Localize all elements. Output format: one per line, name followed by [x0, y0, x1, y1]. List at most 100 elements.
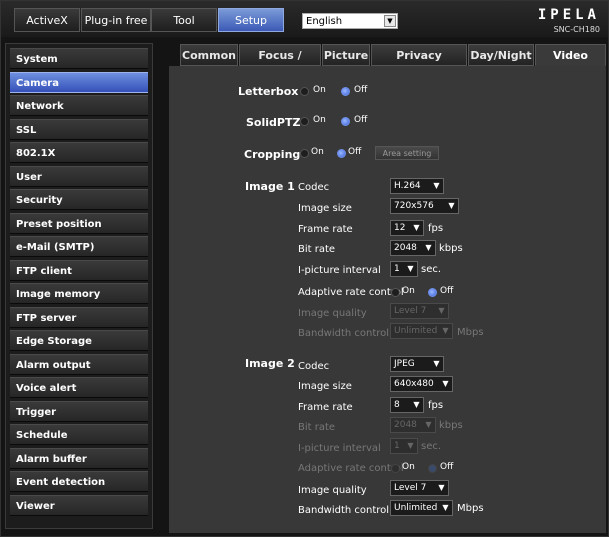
chevron-down-icon: ▼	[442, 503, 449, 512]
sidebar-item-trigger[interactable]: Trigger	[10, 400, 148, 422]
image2-ipi-label: I-picture interval	[298, 443, 381, 454]
image2-size-label: Image size	[298, 381, 352, 392]
chevron-down-icon: ▼	[438, 483, 445, 492]
sidebar-item-camera[interactable]: Camera	[10, 71, 148, 93]
tab-day-night[interactable]: Day/Night	[468, 44, 534, 66]
cropping-off-radio[interactable]	[337, 149, 346, 158]
image2-frame-label: Frame rate	[298, 402, 353, 413]
sidebar: System Camera Network SSL 802.1X User Se…	[5, 43, 153, 529]
setup-button[interactable]: Setup	[218, 8, 284, 32]
image1-arc-off-radio[interactable]	[428, 288, 437, 297]
image1-bitrate-select[interactable]: 2048 ▼	[390, 240, 436, 256]
chevron-down-icon: ▼	[407, 264, 414, 273]
brand: IPELA SNC-CH180	[538, 7, 600, 34]
sidebar-item-preset-position[interactable]: Preset position	[10, 212, 148, 234]
image1-size-select[interactable]: 720x576 ▼	[390, 198, 459, 214]
image1-bwc-select[interactable]: Unlimited ▼	[390, 323, 453, 339]
letterbox-off-radio[interactable]	[341, 87, 350, 96]
image2-size-value: 640x480	[394, 379, 434, 389]
language-select[interactable]: English ▼	[302, 13, 398, 29]
image2-arc-on-label: On	[402, 462, 415, 472]
image1-frame-select[interactable]: 12 ▼	[390, 220, 424, 236]
top-bar: ActiveX Plug-in free Tool Setup English …	[1, 1, 608, 37]
image2-bitrate-label: Bit rate	[298, 422, 336, 433]
image1-size-label: Image size	[298, 203, 352, 214]
letterbox-on-label: On	[313, 85, 326, 95]
image1-codec-value: H.264	[394, 181, 421, 191]
image1-arc-on-radio[interactable]	[391, 288, 400, 297]
tab-video-codec[interactable]: Video codec	[535, 44, 606, 84]
tool-button[interactable]: Tool	[151, 8, 217, 32]
image2-quality-label: Image quality	[298, 485, 367, 496]
chevron-down-icon: ▼	[407, 441, 414, 450]
image2-bitrate-value: 2048	[394, 420, 417, 430]
chevron-down-icon: ▼	[413, 400, 420, 409]
tab-privacy-masking[interactable]: Privacy masking	[371, 44, 467, 84]
sidebar-item-user[interactable]: User	[10, 165, 148, 187]
image2-frame-select[interactable]: 8 ▼	[390, 397, 424, 413]
sidebar-item-event-detection[interactable]: Event detection	[10, 471, 148, 492]
sidebar-item-edge-storage[interactable]: Edge Storage	[10, 330, 148, 351]
image2-codec-value: JPEG	[394, 359, 415, 369]
solidptz-off-radio[interactable]	[341, 117, 350, 126]
solidptz-on-radio[interactable]	[300, 117, 309, 126]
sidebar-item-ssl[interactable]: SSL	[10, 118, 148, 140]
chevron-down-icon: ▼	[433, 359, 440, 368]
image2-bwc-unit: Mbps	[457, 503, 484, 514]
image2-arc-off-label: Off	[440, 462, 454, 472]
image2-bitrate-select[interactable]: 2048 ▼	[390, 417, 436, 433]
model-name: SNC-CH180	[553, 25, 600, 34]
image2-size-select[interactable]: 640x480 ▼	[390, 376, 453, 392]
image1-codec-label: Codec	[298, 182, 330, 193]
letterbox-on-radio[interactable]	[300, 87, 309, 96]
sidebar-item-viewer[interactable]: Viewer	[10, 494, 148, 516]
plugin-free-button[interactable]: Plug-in free	[81, 8, 151, 32]
image1-ipi-unit: sec.	[421, 264, 442, 275]
sidebar-item-alarm-output[interactable]: Alarm output	[10, 353, 148, 375]
image2-quality-select[interactable]: Level 7 ▼	[390, 480, 449, 496]
cropping-on-label: On	[311, 147, 324, 157]
activex-button[interactable]: ActiveX	[14, 8, 80, 32]
image1-codec-select[interactable]: H.264 ▼	[390, 178, 444, 194]
sidebar-item-security[interactable]: Security	[10, 189, 148, 210]
image1-quality-select[interactable]: Level 7 ▼	[390, 303, 449, 319]
chevron-down-icon: ▼	[442, 326, 449, 335]
image1-size-value: 720x576	[394, 201, 434, 211]
sidebar-item-ftp-server[interactable]: FTP server	[10, 306, 148, 328]
image1-arc-off-label: Off	[440, 286, 454, 296]
sidebar-item-ftp-client[interactable]: FTP client	[10, 259, 148, 281]
tab-focus-zoom[interactable]: Focus / Zoom	[239, 44, 321, 84]
image2-arc-label: Adaptive rate control	[298, 463, 404, 474]
image2-codec-select[interactable]: JPEG ▼	[390, 356, 444, 372]
cropping-off-label: Off	[348, 147, 362, 157]
image1-bwc-unit: Mbps	[457, 327, 484, 338]
image2-arc-off-radio[interactable]	[428, 464, 437, 473]
sidebar-item-email-smtp[interactable]: e-Mail (SMTP)	[10, 236, 148, 257]
image2-arc-on-radio[interactable]	[391, 464, 400, 473]
image2-frame-value: 8	[394, 400, 400, 410]
image1-frame-unit: fps	[428, 223, 444, 234]
sidebar-item-network[interactable]: Network	[10, 95, 148, 116]
image2-bwc-select[interactable]: Unlimited ▼	[390, 500, 453, 516]
sidebar-item-voice-alert[interactable]: Voice alert	[10, 377, 148, 398]
chevron-down-icon: ▼	[433, 181, 440, 190]
sidebar-item-image-memory[interactable]: Image memory	[10, 283, 148, 304]
solidptz-label: SolidPTZ	[246, 116, 301, 129]
chevron-down-icon: ▼	[384, 15, 396, 27]
chevron-down-icon: ▼	[448, 201, 455, 210]
sidebar-item-8021x[interactable]: 802.1X	[10, 142, 148, 163]
chevron-down-icon: ▼	[413, 223, 420, 232]
sidebar-item-schedule[interactable]: Schedule	[10, 424, 148, 445]
tab-picture[interactable]: Picture	[322, 44, 370, 66]
image1-ipi-value: 1	[394, 264, 400, 274]
area-setting-button[interactable]: Area setting	[375, 146, 439, 160]
sidebar-item-alarm-buffer[interactable]: Alarm buffer	[10, 447, 148, 469]
cropping-on-radio[interactable]	[300, 149, 309, 158]
tab-common[interactable]: Common	[180, 44, 238, 66]
image2-ipi-select[interactable]: 1 ▼	[390, 438, 418, 454]
image2-ipi-value: 1	[394, 441, 400, 451]
sidebar-item-system[interactable]: System	[10, 48, 148, 69]
brand-logo: IPELA	[537, 7, 600, 23]
chevron-down-icon: ▼	[425, 420, 432, 429]
image1-ipi-select[interactable]: 1 ▼	[390, 261, 418, 277]
